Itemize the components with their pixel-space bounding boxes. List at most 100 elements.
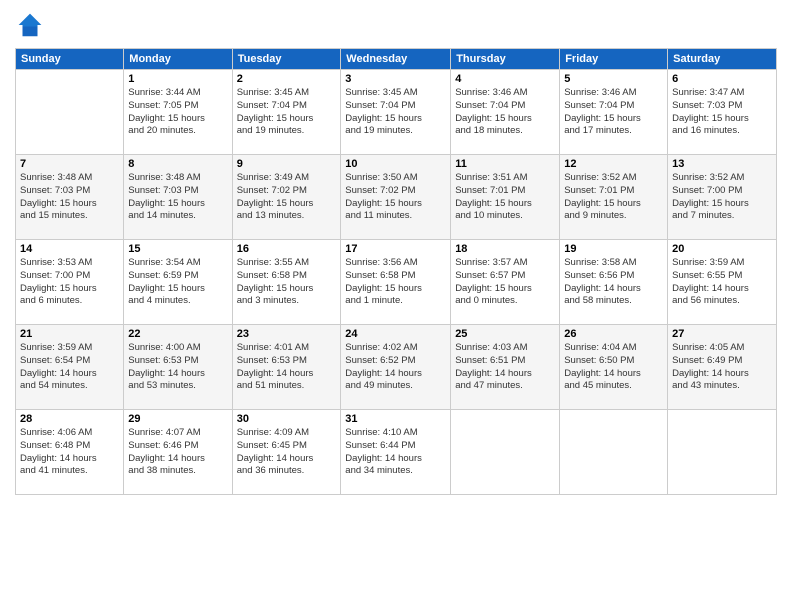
day-info: Sunrise: 3:53 AM Sunset: 7:00 PM Dayligh… (20, 257, 119, 308)
day-number: 26 (564, 328, 663, 340)
day-info: Sunrise: 4:06 AM Sunset: 6:48 PM Dayligh… (20, 427, 119, 478)
day-number: 11 (455, 158, 555, 170)
day-number: 16 (237, 243, 337, 255)
calendar-cell: 23 Sunrise: 4:01 AM Sunset: 6:53 PM Dayli… (232, 325, 341, 410)
day-number: 5 (564, 73, 663, 85)
day-info: Sunrise: 4:01 AM Sunset: 6:53 PM Dayligh… (237, 342, 337, 393)
day-number: 28 (20, 413, 119, 425)
calendar-cell: 14 Sunrise: 3:53 AM Sunset: 7:00 PM Dayli… (16, 240, 124, 325)
day-info: Sunrise: 4:02 AM Sunset: 6:52 PM Dayligh… (345, 342, 446, 393)
weekday-header-tuesday: Tuesday (232, 49, 341, 70)
calendar-cell: 2 Sunrise: 3:45 AM Sunset: 7:04 PM Daylig… (232, 70, 341, 155)
day-info: Sunrise: 4:04 AM Sunset: 6:50 PM Dayligh… (564, 342, 663, 393)
weekday-header-wednesday: Wednesday (341, 49, 451, 70)
day-number: 12 (564, 158, 663, 170)
calendar-cell: 18 Sunrise: 3:57 AM Sunset: 6:57 PM Dayli… (451, 240, 560, 325)
day-number: 29 (128, 413, 227, 425)
day-number: 4 (455, 73, 555, 85)
calendar-cell: 29 Sunrise: 4:07 AM Sunset: 6:46 PM Dayli… (124, 410, 232, 495)
week-row-3: 14 Sunrise: 3:53 AM Sunset: 7:00 PM Dayli… (16, 240, 777, 325)
calendar-table: SundayMondayTuesdayWednesdayThursdayFrid… (15, 48, 777, 495)
day-number: 6 (672, 73, 772, 85)
week-row-5: 28 Sunrise: 4:06 AM Sunset: 6:48 PM Dayli… (16, 410, 777, 495)
header (15, 10, 777, 40)
day-info: Sunrise: 3:45 AM Sunset: 7:04 PM Dayligh… (345, 87, 446, 138)
calendar-cell: 21 Sunrise: 3:59 AM Sunset: 6:54 PM Dayli… (16, 325, 124, 410)
day-number: 10 (345, 158, 446, 170)
calendar-cell: 13 Sunrise: 3:52 AM Sunset: 7:00 PM Dayli… (668, 155, 777, 240)
calendar-cell: 11 Sunrise: 3:51 AM Sunset: 7:01 PM Dayli… (451, 155, 560, 240)
day-info: Sunrise: 3:44 AM Sunset: 7:05 PM Dayligh… (128, 87, 227, 138)
day-number: 14 (20, 243, 119, 255)
calendar-cell: 5 Sunrise: 3:46 AM Sunset: 7:04 PM Daylig… (560, 70, 668, 155)
weekday-header-sunday: Sunday (16, 49, 124, 70)
calendar-cell: 20Sunrise: 3:59 AM Sunset: 6:55 PM Dayli… (668, 240, 777, 325)
day-info: Sunrise: 3:47 AM Sunset: 7:03 PM Dayligh… (672, 87, 772, 138)
calendar-cell (668, 410, 777, 495)
day-number: 25 (455, 328, 555, 340)
calendar-cell: 26 Sunrise: 4:04 AM Sunset: 6:50 PM Dayli… (560, 325, 668, 410)
day-info: Sunrise: 3:51 AM Sunset: 7:01 PM Dayligh… (455, 172, 555, 223)
day-info: Sunrise: 4:09 AM Sunset: 6:45 PM Dayligh… (237, 427, 337, 478)
day-number: 8 (128, 158, 227, 170)
week-row-1: 1Sunrise: 3:44 AM Sunset: 7:05 PM Daylig… (16, 70, 777, 155)
day-info: Sunrise: 3:45 AM Sunset: 7:04 PM Dayligh… (237, 87, 337, 138)
calendar-cell: 27Sunrise: 4:05 AM Sunset: 6:49 PM Dayli… (668, 325, 777, 410)
calendar-cell (451, 410, 560, 495)
weekday-header-monday: Monday (124, 49, 232, 70)
calendar-cell: 7 Sunrise: 3:48 AM Sunset: 7:03 PM Daylig… (16, 155, 124, 240)
calendar-cell: 24 Sunrise: 4:02 AM Sunset: 6:52 PM Dayli… (341, 325, 451, 410)
calendar-cell: 17Sunrise: 3:56 AM Sunset: 6:58 PM Dayli… (341, 240, 451, 325)
day-number: 27 (672, 328, 772, 340)
weekday-header-row: SundayMondayTuesdayWednesdayThursdayFrid… (16, 49, 777, 70)
day-number: 21 (20, 328, 119, 340)
day-info: Sunrise: 3:59 AM Sunset: 6:54 PM Dayligh… (20, 342, 119, 393)
week-row-2: 7 Sunrise: 3:48 AM Sunset: 7:03 PM Daylig… (16, 155, 777, 240)
calendar-cell: 16 Sunrise: 3:55 AM Sunset: 6:58 PM Dayli… (232, 240, 341, 325)
calendar-cell: 15Sunrise: 3:54 AM Sunset: 6:59 PM Dayli… (124, 240, 232, 325)
day-info: Sunrise: 3:52 AM Sunset: 7:00 PM Dayligh… (672, 172, 772, 223)
day-info: Sunrise: 3:54 AM Sunset: 6:59 PM Dayligh… (128, 257, 227, 308)
day-info: Sunrise: 3:49 AM Sunset: 7:02 PM Dayligh… (237, 172, 337, 223)
day-info: Sunrise: 4:03 AM Sunset: 6:51 PM Dayligh… (455, 342, 555, 393)
day-number: 19 (564, 243, 663, 255)
day-number: 3 (345, 73, 446, 85)
logo-icon (15, 10, 45, 40)
day-info: Sunrise: 4:10 AM Sunset: 6:44 PM Dayligh… (345, 427, 446, 478)
weekday-header-thursday: Thursday (451, 49, 560, 70)
day-number: 31 (345, 413, 446, 425)
logo (15, 10, 49, 40)
day-info: Sunrise: 3:46 AM Sunset: 7:04 PM Dayligh… (564, 87, 663, 138)
day-number: 22 (128, 328, 227, 340)
day-number: 9 (237, 158, 337, 170)
calendar-cell: 8Sunrise: 3:48 AM Sunset: 7:03 PM Daylig… (124, 155, 232, 240)
calendar-cell: 30Sunrise: 4:09 AM Sunset: 6:45 PM Dayli… (232, 410, 341, 495)
day-info: Sunrise: 3:57 AM Sunset: 6:57 PM Dayligh… (455, 257, 555, 308)
calendar-cell: 4 Sunrise: 3:46 AM Sunset: 7:04 PM Daylig… (451, 70, 560, 155)
calendar-cell: 6 Sunrise: 3:47 AM Sunset: 7:03 PM Daylig… (668, 70, 777, 155)
calendar-cell: 3 Sunrise: 3:45 AM Sunset: 7:04 PM Daylig… (341, 70, 451, 155)
day-number: 23 (237, 328, 337, 340)
day-number: 18 (455, 243, 555, 255)
calendar-cell (560, 410, 668, 495)
day-number: 7 (20, 158, 119, 170)
day-number: 24 (345, 328, 446, 340)
day-info: Sunrise: 4:00 AM Sunset: 6:53 PM Dayligh… (128, 342, 227, 393)
calendar-page: SundayMondayTuesdayWednesdayThursdayFrid… (0, 0, 792, 612)
day-number: 20 (672, 243, 772, 255)
calendar-cell: 12Sunrise: 3:52 AM Sunset: 7:01 PM Dayli… (560, 155, 668, 240)
day-info: Sunrise: 3:46 AM Sunset: 7:04 PM Dayligh… (455, 87, 555, 138)
weekday-header-friday: Friday (560, 49, 668, 70)
day-info: Sunrise: 3:55 AM Sunset: 6:58 PM Dayligh… (237, 257, 337, 308)
weekday-header-saturday: Saturday (668, 49, 777, 70)
day-info: Sunrise: 4:07 AM Sunset: 6:46 PM Dayligh… (128, 427, 227, 478)
calendar-cell: 25 Sunrise: 4:03 AM Sunset: 6:51 PM Dayli… (451, 325, 560, 410)
calendar-cell (16, 70, 124, 155)
day-number: 2 (237, 73, 337, 85)
day-number: 13 (672, 158, 772, 170)
day-info: Sunrise: 3:58 AM Sunset: 6:56 PM Dayligh… (564, 257, 663, 308)
calendar-cell: 19 Sunrise: 3:58 AM Sunset: 6:56 PM Dayli… (560, 240, 668, 325)
calendar-cell: 31 Sunrise: 4:10 AM Sunset: 6:44 PM Dayli… (341, 410, 451, 495)
calendar-cell: 9 Sunrise: 3:49 AM Sunset: 7:02 PM Daylig… (232, 155, 341, 240)
day-info: Sunrise: 3:48 AM Sunset: 7:03 PM Dayligh… (20, 172, 119, 223)
